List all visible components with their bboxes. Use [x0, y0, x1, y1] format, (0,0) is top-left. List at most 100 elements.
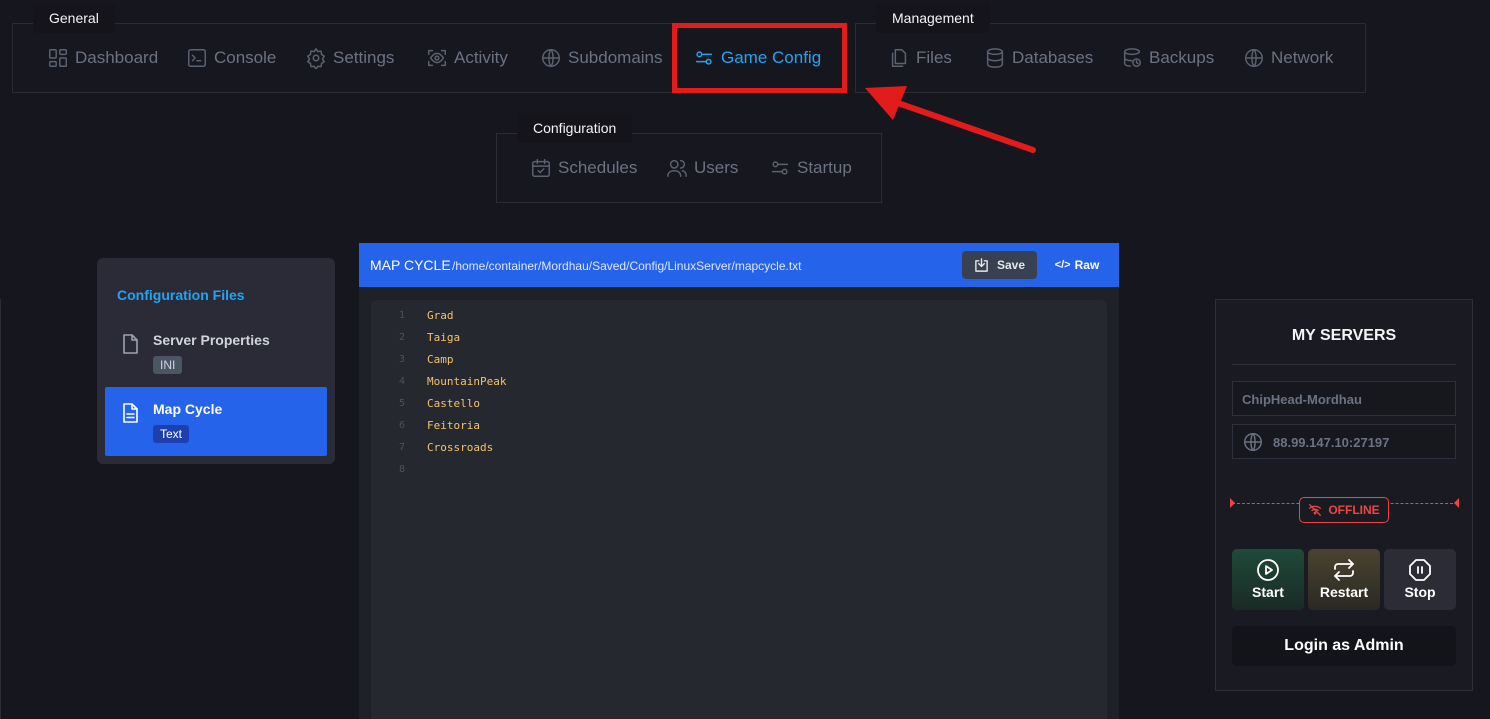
- nav-group-label-management: Management: [876, 3, 990, 33]
- code-text: Crossroads: [427, 441, 494, 454]
- nav-label: Files: [916, 48, 952, 67]
- code-text: MountainPeak: [427, 375, 507, 388]
- globe-icon: [542, 49, 560, 67]
- code-text: Taiga: [427, 331, 461, 344]
- play-icon: [1257, 559, 1279, 581]
- nav-label: Settings: [333, 48, 395, 67]
- status-line-cap-right: [1454, 498, 1459, 508]
- code-icon: </>: [1054, 259, 1071, 271]
- code-line: 3 Camp: [398, 353, 454, 366]
- server-name: ChipHead-Mordhau: [1242, 392, 1362, 407]
- code-text: Castello: [427, 397, 480, 410]
- file-icon: [123, 334, 138, 354]
- nav-label: Activity: [454, 48, 508, 67]
- login-as-admin-button[interactable]: Login as Admin: [1232, 626, 1456, 666]
- editor-header: MAP CYCLE /home/container/Mordhau/Saved/…: [359, 243, 1119, 287]
- file-item-server-properties[interactable]: Server Properties INI: [105, 318, 327, 387]
- my-servers-panel: MY SERVERS ChipHead-Mordhau 88.99.147.10…: [1215, 299, 1473, 691]
- file-type-badge: Text: [153, 425, 190, 443]
- file-item-map-cycle[interactable]: Map Cycle Text: [105, 387, 327, 456]
- sliders-icon: [771, 161, 789, 175]
- nav-group-label-general: General: [33, 3, 115, 33]
- login-label: Login as Admin: [1284, 637, 1404, 654]
- sidebar-title: Configuration Files: [117, 287, 245, 303]
- file-name: Map Cycle: [153, 401, 223, 417]
- start-label: Start: [1252, 584, 1284, 600]
- status-badge: OFFLINE: [1299, 497, 1389, 523]
- nav-item-dashboard[interactable]: Dashboard: [47, 24, 158, 92]
- nav-label: Startup: [797, 158, 852, 177]
- annotation-arrow: [865, 86, 1036, 153]
- restart-icon: [1334, 559, 1354, 581]
- status-line-cap-left: [1230, 498, 1235, 508]
- save-label: Save: [996, 258, 1026, 272]
- stop-icon: [1409, 559, 1431, 581]
- divider: [1232, 364, 1456, 365]
- code-editor[interactable]: 1 Grad 2 Taiga 3 Camp 4 MountainPeak 5 Castel…: [371, 300, 1107, 719]
- code-line: 5 Castello: [398, 397, 480, 410]
- server-address: 88.99.147.10:27197: [1273, 435, 1390, 450]
- nav-item-startup[interactable]: Startup: [769, 134, 852, 202]
- backup-icon: [1123, 48, 1141, 67]
- restart-label: Restart: [1319, 584, 1369, 600]
- stop-label: Stop: [1404, 584, 1436, 600]
- nav-item-subdomains[interactable]: Subdomains: [540, 24, 663, 92]
- files-icon: [891, 49, 907, 67]
- raw-label: Raw: [1074, 258, 1100, 272]
- users-icon: [667, 159, 687, 177]
- nav-group-general: Dashboard Console Settings Activity Subd…: [12, 23, 821, 93]
- code-text: Feitoria: [427, 419, 480, 432]
- nav-label: Network: [1271, 48, 1334, 67]
- nav-group-configuration: Schedules Users Startup: [496, 133, 882, 203]
- file-type-badge: INI: [153, 356, 183, 374]
- panel-title: MY SERVERS: [1291, 327, 1397, 344]
- nav-label: Databases: [1012, 48, 1094, 67]
- server-address-field[interactable]: 88.99.147.10:27197: [1232, 424, 1456, 459]
- nav-item-users[interactable]: Users: [666, 134, 738, 202]
- highlight-box: [672, 23, 847, 93]
- gear-icon: [307, 48, 325, 69]
- file-text-icon: [123, 403, 138, 423]
- save-icon: [975, 257, 988, 272]
- raw-button[interactable]: </> Raw: [1052, 251, 1102, 279]
- editor-title: MAP CYCLE: [370, 257, 451, 273]
- nav-label: Backups: [1149, 48, 1215, 67]
- server-name-field[interactable]: ChipHead-Mordhau: [1232, 381, 1456, 416]
- code-line: 2 Taiga: [398, 331, 461, 344]
- config-files-sidebar: Configuration Files Server Properties IN…: [97, 258, 335, 464]
- wifi-off-icon: [1309, 504, 1322, 516]
- code-line: 6 Feitoria: [398, 419, 480, 432]
- nav-item-settings[interactable]: Settings: [305, 24, 394, 92]
- nav-item-schedules[interactable]: Schedules: [530, 134, 637, 202]
- editor-body: 1 Grad 2 Taiga 3 Camp 4 MountainPeak 5 Castel…: [359, 287, 1119, 719]
- dashboard-icon: [49, 49, 67, 67]
- code-line: 1 Grad: [398, 309, 454, 322]
- status-text: OFFLINE: [1328, 503, 1380, 517]
- calendar-icon: [532, 159, 550, 177]
- restart-button[interactable]: Restart: [1308, 549, 1380, 610]
- nav-item-console[interactable]: Console: [186, 24, 276, 92]
- eye-icon: [428, 49, 446, 67]
- globe-icon: [1245, 49, 1263, 67]
- code-text: Grad: [427, 309, 454, 322]
- nav-item-activity[interactable]: Activity: [426, 24, 508, 92]
- save-button[interactable]: Save: [962, 251, 1037, 279]
- nav-label: Schedules: [558, 158, 638, 177]
- divider: [0, 299, 1, 719]
- editor-file-path: /home/container/Mordhau/Saved/Config/Lin…: [452, 259, 802, 273]
- nav-label: Dashboard: [75, 48, 159, 67]
- nav-item-network[interactable]: Network: [1243, 24, 1333, 92]
- code-text: Camp: [427, 353, 454, 366]
- start-button[interactable]: Start: [1232, 549, 1304, 610]
- nav-group-label-configuration: Configuration: [517, 113, 633, 143]
- code-line: 8: [398, 464, 405, 475]
- code-line: 4 MountainPeak: [398, 375, 507, 388]
- code-line: 7 Crossroads: [398, 441, 494, 454]
- database-icon: [986, 48, 1004, 68]
- globe-icon: [1244, 433, 1262, 451]
- nav-item-backups[interactable]: Backups: [1121, 24, 1214, 92]
- terminal-icon: [188, 49, 206, 67]
- file-name: Server Properties: [153, 332, 270, 348]
- nav-label: Subdomains: [568, 48, 663, 67]
- stop-button[interactable]: Stop: [1384, 549, 1456, 610]
